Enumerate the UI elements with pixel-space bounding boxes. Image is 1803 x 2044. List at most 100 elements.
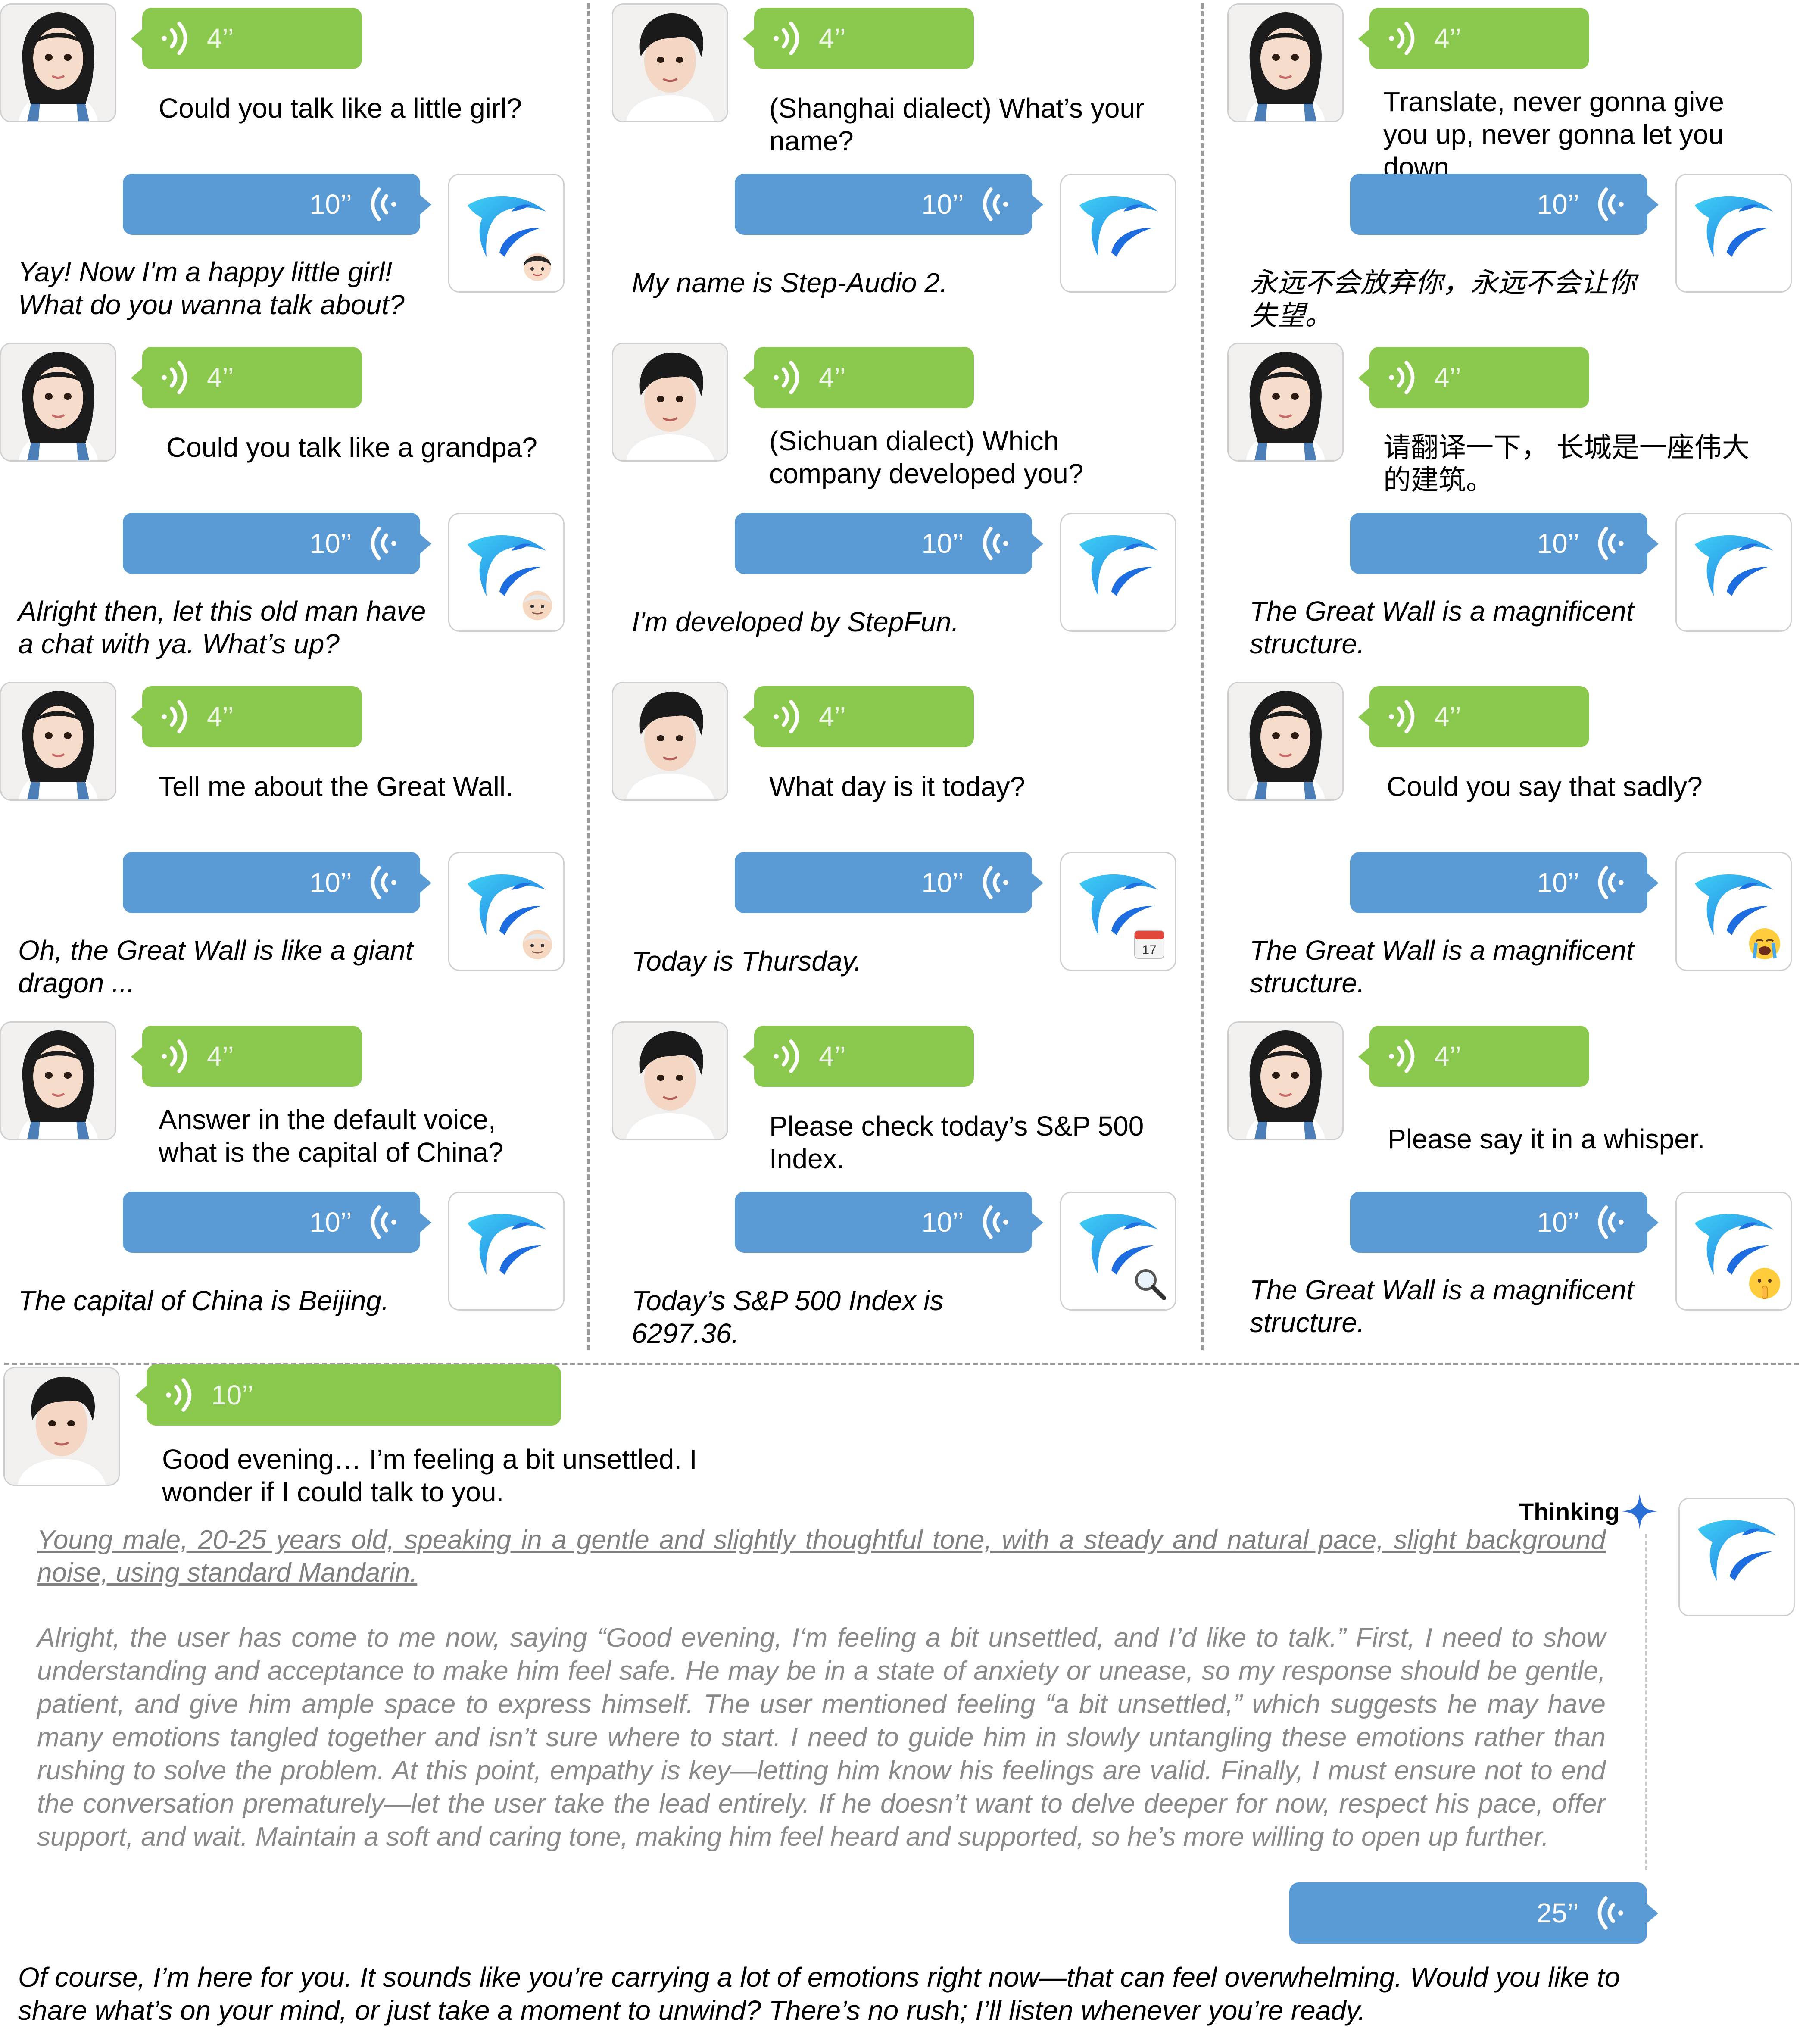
conversation-pair: 4’’ (Shanghai dialect) What’s your name?… [612, 3, 1198, 344]
assistant-voice-message[interactable]: 10’’ [123, 513, 431, 574]
assistant-voice-duration: 10’’ [1537, 528, 1579, 559]
thinking-star-icon [1622, 1493, 1658, 1529]
user-voice-duration: 4’’ [819, 1041, 846, 1072]
conversation-pair: 4’’ Could you talk like a little girl? 1… [0, 3, 586, 344]
assistant-voice-message[interactable]: 10’’ [1350, 1192, 1659, 1253]
grandpa-emoji-icon [523, 591, 552, 620]
user-avatar [612, 3, 728, 122]
audio-wave-icon [155, 357, 197, 398]
assistant-message-text: Oh, the Great Wall is like a giant drago… [18, 935, 413, 999]
assistant-message-text: The Great Wall is a magnificent structur… [1250, 1274, 1634, 1338]
assistant-avatar [1060, 174, 1176, 293]
audio-wave-icon [1382, 357, 1424, 398]
dolphin-logo-icon [1687, 188, 1778, 274]
user-message-text: Tell me about the Great Wall. [159, 771, 513, 802]
assistant-avatar [448, 1192, 565, 1311]
assistant-voice-message[interactable]: 10’’ [735, 513, 1043, 574]
user-avatar [1227, 343, 1344, 462]
audio-wave-icon [362, 1201, 403, 1243]
user-voice-message[interactable]: 4’’ [1358, 686, 1589, 747]
assistant-message-text: Today is Thursday. [632, 946, 862, 977]
assistant-voice-message[interactable]: 10’’ [123, 852, 431, 913]
assistant-voice-duration: 10’’ [921, 867, 964, 898]
audio-wave-icon [155, 18, 197, 59]
svg-text:17: 17 [1142, 943, 1156, 957]
user-voice-duration: 4’’ [819, 701, 846, 732]
assistant-message-text: Of course, I’m here for you. It sounds l… [18, 1962, 1620, 2026]
user-voice-duration: 4’’ [207, 701, 234, 732]
audio-wave-icon [973, 523, 1015, 564]
assistant-voice-message[interactable]: 10’’ [1350, 174, 1659, 235]
assistant-voice-message[interactable]: 10’’ [735, 1192, 1043, 1253]
user-voice-message[interactable]: 4’’ [743, 686, 974, 747]
user-voice-duration: 4’’ [1434, 23, 1461, 54]
audio-wave-icon [767, 696, 808, 737]
user-message-text: What day is it today? [769, 771, 1026, 802]
user-message-text: Translate, never gonna give you up, neve… [1383, 86, 1724, 183]
assistant-voice-message[interactable]: 10’’ [123, 1192, 431, 1253]
user-voice-message[interactable]: 4’’ [1358, 347, 1589, 408]
assistant-message-text: The Great Wall is a magnificent structur… [1250, 935, 1634, 999]
assistant-message-text: Today’s S&P 500 Index is 6297.36. [632, 1285, 944, 1349]
audio-wave-icon [767, 1036, 808, 1077]
user-avatar [0, 682, 116, 801]
assistant-avatar [1060, 1192, 1176, 1311]
assistant-voice-duration: 10’’ [921, 1207, 964, 1238]
assistant-voice-message[interactable]: 25’’ [1289, 1882, 1658, 1944]
dolphin-logo-icon [460, 1206, 550, 1292]
user-avatar [1227, 682, 1344, 801]
user-voice-message[interactable]: 4’’ [1358, 8, 1589, 69]
user-voice-message[interactable]: 4’’ [131, 8, 362, 69]
thinking-label: Thinking [1519, 1498, 1620, 1525]
page: { "colors": { "user_bubble": "#8bc94e", … [0, 0, 1803, 2044]
user-message-text: (Sichuan dialect) Which company develope… [769, 425, 1084, 489]
assistant-voice-duration: 10’’ [309, 1207, 352, 1238]
assistant-message-text: Yay! Now I'm a happy little girl! What d… [18, 256, 405, 320]
user-voice-message[interactable]: 4’’ [131, 686, 362, 747]
assistant-avatar [448, 174, 565, 293]
column-divider-1 [587, 3, 590, 1350]
conversation-pair: 4’’ Could you talk like a grandpa? 10’’ … [0, 343, 586, 683]
user-voice-message[interactable]: 4’’ [743, 347, 974, 408]
user-voice-duration: 4’’ [207, 23, 234, 54]
audio-wave-icon [1382, 1036, 1424, 1077]
user-voice-message[interactable]: 4’’ [131, 347, 362, 408]
user-voice-message[interactable]: 4’’ [743, 8, 974, 69]
assistant-voice-message[interactable]: 10’’ [1350, 852, 1659, 913]
user-voice-message[interactable]: 10’’ [135, 1364, 561, 1426]
audio-wave-icon [362, 523, 403, 564]
assistant-message-text: The Great Wall is a magnificent structur… [1250, 596, 1634, 659]
dolphin-logo-icon [1690, 1512, 1781, 1598]
user-message-text: Please check today’s S&P 500 Index. [769, 1111, 1144, 1174]
assistant-voice-message[interactable]: 10’’ [735, 174, 1043, 235]
conversation-pair: 4’’ 请翻译一下， 长城是一座伟大的建筑。 10’’ The Great Wa… [1227, 343, 1803, 683]
assistant-voice-duration: 25’’ [1536, 1897, 1579, 1929]
assistant-voice-message[interactable]: 10’’ [1350, 513, 1659, 574]
audio-wave-icon [1588, 1892, 1630, 1934]
user-avatar [612, 343, 728, 462]
assistant-avatar [448, 852, 565, 971]
audio-wave-icon [155, 1036, 197, 1077]
voice-description: Young male, 20-25 years old, speaking in… [37, 1525, 1606, 1588]
audio-wave-icon [973, 184, 1015, 225]
user-message-text: Good evening… I’m feeling a bit unsettle… [162, 1444, 697, 1507]
conversation-pair: 4’’ Please check today’s S&P 500 Index. … [612, 1021, 1198, 1362]
audio-wave-icon [1589, 1201, 1630, 1243]
assistant-voice-message[interactable]: 10’’ [123, 174, 431, 235]
audio-wave-icon [767, 18, 808, 59]
user-message-text: Answer in the default voice, what is the… [159, 1104, 504, 1168]
user-message-text: Could you talk like a grandpa? [166, 432, 537, 463]
user-avatar [612, 682, 728, 801]
user-voice-message[interactable]: 4’’ [1358, 1026, 1589, 1087]
user-message-text: Please say it in a whisper. [1388, 1123, 1705, 1155]
user-voice-duration: 4’’ [1434, 1041, 1461, 1072]
conversation-pair: 4’’ Tell me about the Great Wall. 10’’ O… [0, 682, 586, 1022]
assistant-voice-duration: 10’’ [309, 867, 352, 898]
user-voice-duration: 4’’ [207, 1041, 234, 1072]
user-voice-message[interactable]: 4’’ [131, 1026, 362, 1087]
assistant-voice-duration: 10’’ [309, 189, 352, 220]
user-voice-duration: 4’’ [1434, 362, 1461, 393]
conversation-pair: 4’’ Could you say that sadly? 10’’ The G… [1227, 682, 1803, 1022]
assistant-voice-message[interactable]: 10’’ [735, 852, 1043, 913]
user-voice-message[interactable]: 4’’ [743, 1026, 974, 1087]
